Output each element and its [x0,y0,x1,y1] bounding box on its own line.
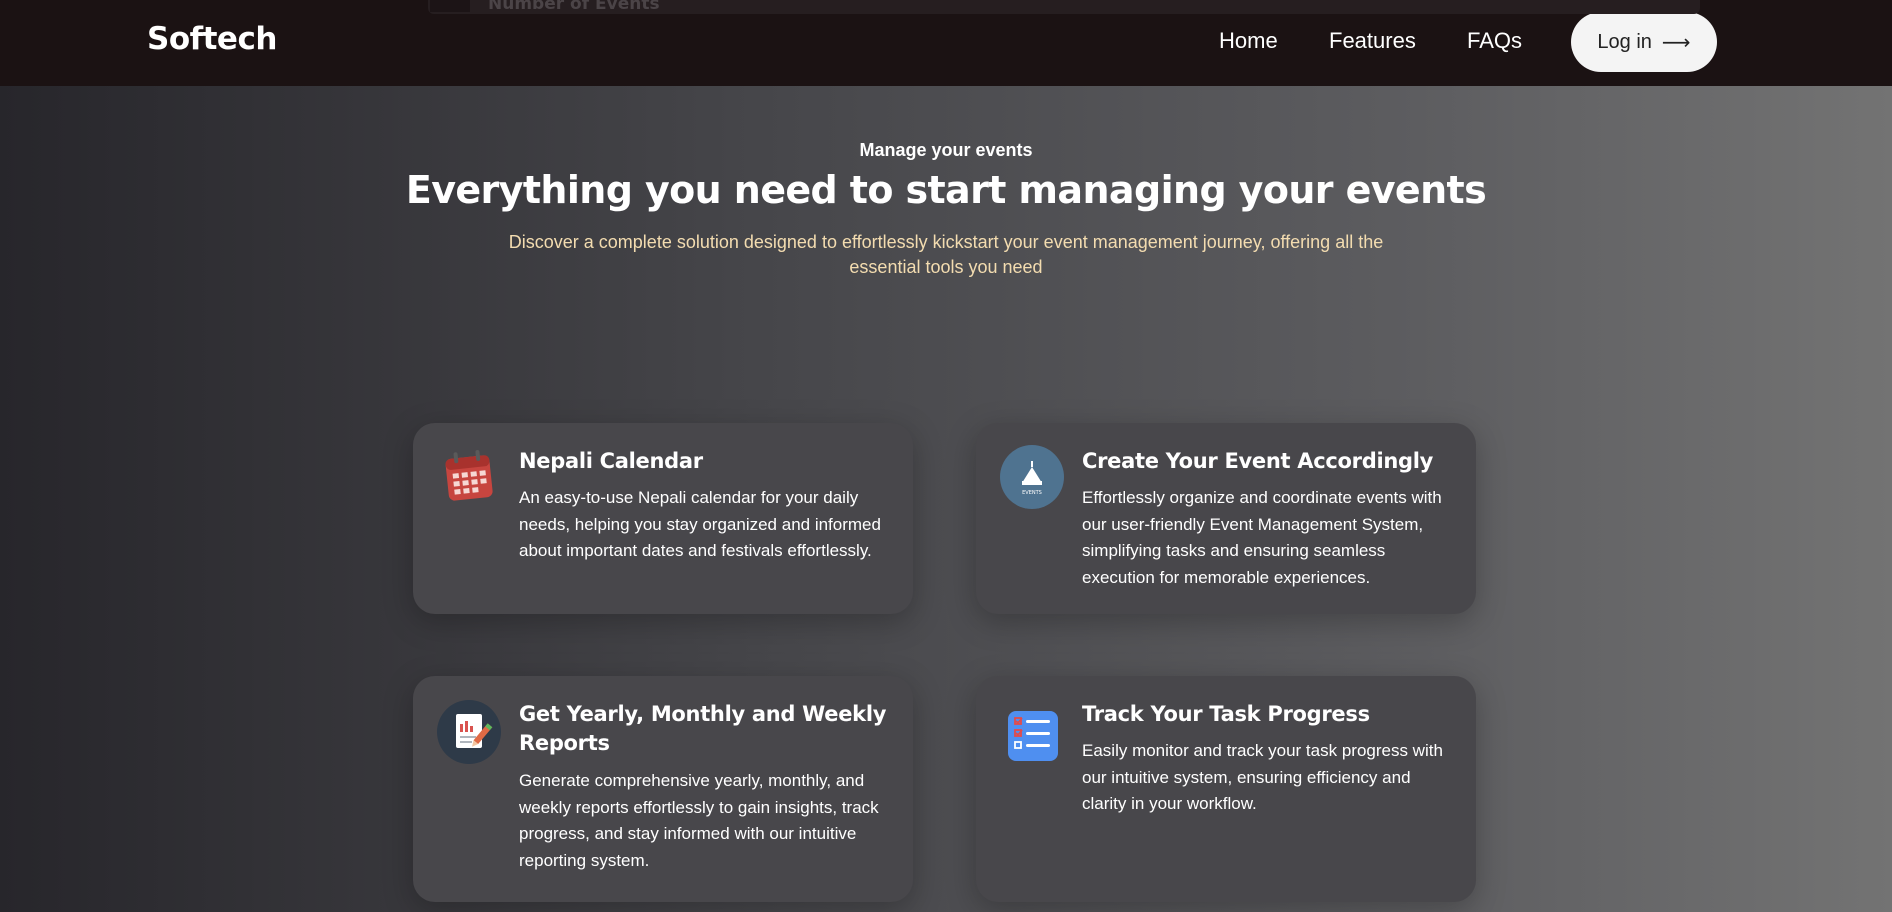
nav-link-home[interactable]: Home [1219,28,1278,54]
feature-description: Generate comprehensive yearly, monthly, … [519,771,879,870]
section-headline: Everything you need to start managing yo… [405,168,1487,212]
nav-link-faqs[interactable]: FAQs [1467,28,1522,54]
feature-card-events: EVENTS Create Your Event Accordingly Eff… [976,423,1476,614]
feature-title: Get Yearly, Monthly and Weekly Reports [519,702,887,755]
checklist-icon [1000,703,1064,767]
logo[interactable]: Softech [147,21,277,57]
arrow-right-icon: ⟶ [1661,30,1691,54]
feature-description: An easy-to-use Nepali calendar for your … [519,488,881,560]
feature-card-tasks: Track Your Task Progress Easily monitor … [976,676,1476,902]
calendar-icon [437,445,501,509]
feature-description: Effortlessly organize and coordinate eve… [1082,488,1442,587]
nav-link-features[interactable]: Features [1329,28,1416,54]
ghost-block [430,0,470,12]
feature-title: Track Your Task Progress [1082,702,1370,726]
section-subline: Discover a complete solution designed to… [508,232,1384,277]
feature-title: Create Your Event Accordingly [1082,449,1434,473]
previous-section-ghost: Number of Events [428,0,1700,14]
section-eyebrow: Manage your events [859,140,1033,160]
feature-card-calendar: Nepali Calendar An easy-to-use Nepali ca… [413,423,913,614]
login-label: Log in [1597,30,1652,53]
login-button[interactable]: Log in ⟶ [1571,12,1717,72]
report-icon [437,700,501,764]
ghost-text: Number of Events [488,0,660,14]
feature-title: Nepali Calendar [519,449,703,473]
events-tent-icon: EVENTS [1000,445,1064,509]
events-icon-text: EVENTS [1022,490,1042,496]
feature-card-reports: Get Yearly, Monthly and Weekly Reports G… [413,676,913,902]
feature-description: Easily monitor and track your task progr… [1082,741,1443,813]
